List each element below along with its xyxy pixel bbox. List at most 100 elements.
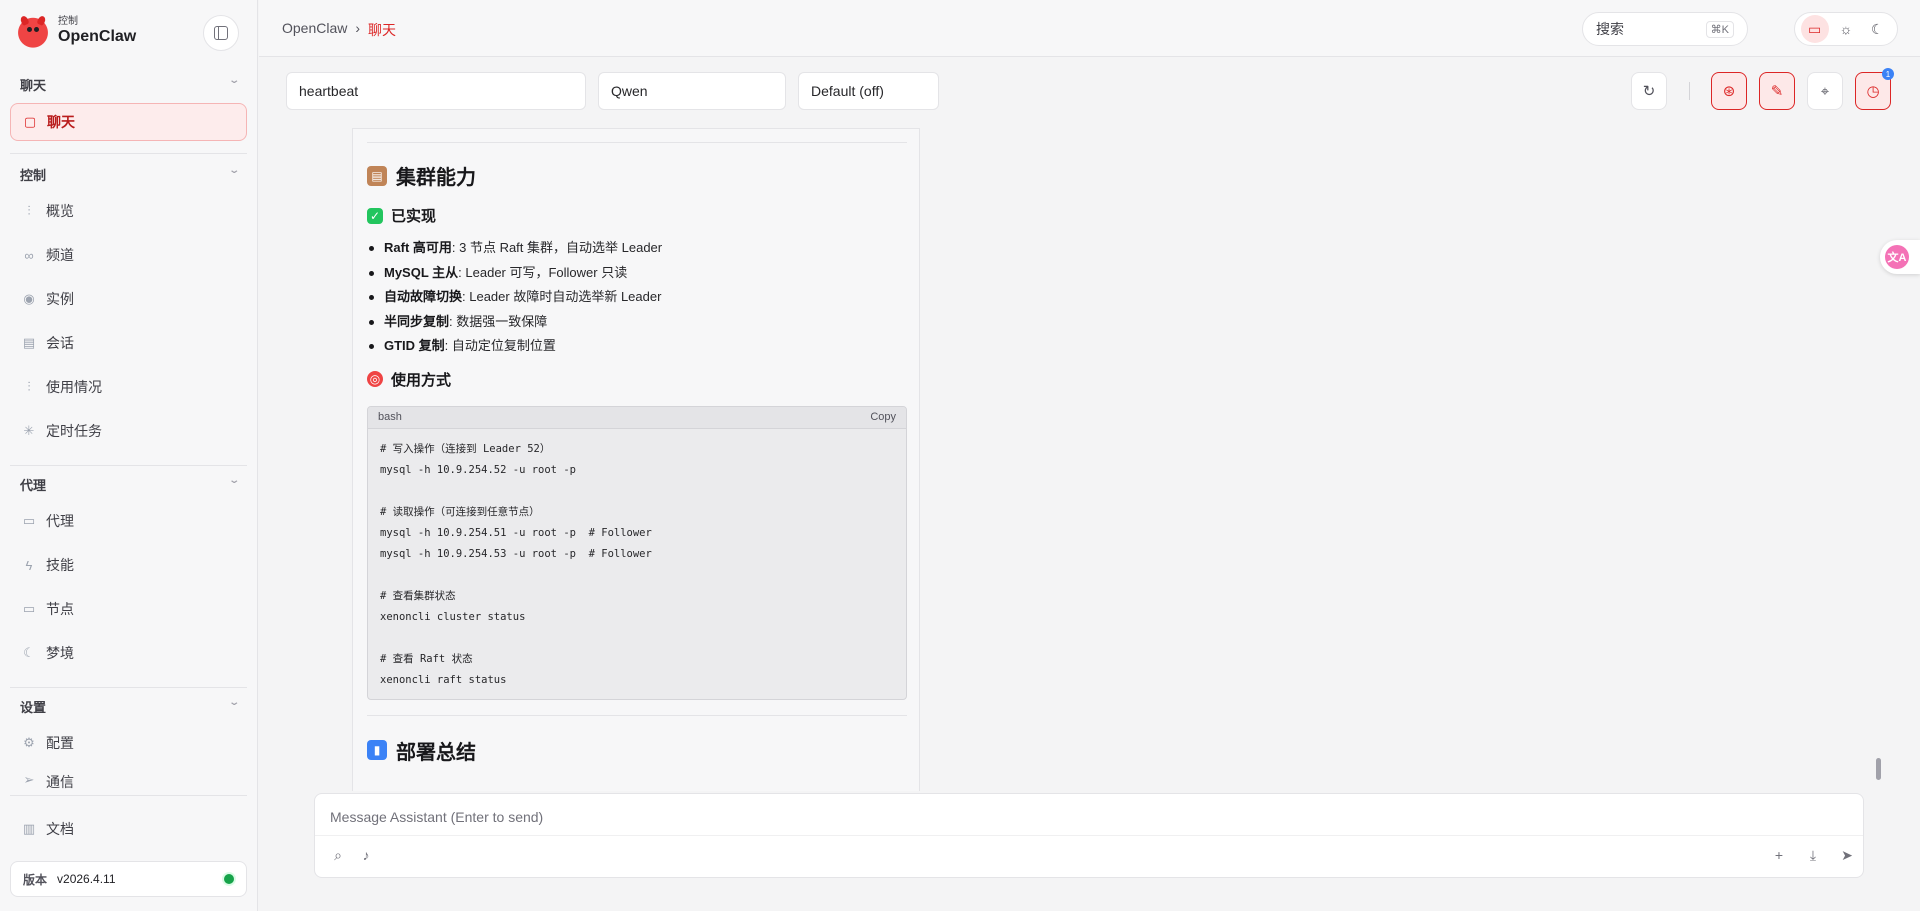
code-line: xenoncli cluster status xyxy=(380,610,526,623)
sidebar-item-usage[interactable]: ⫶ 使用情况 xyxy=(10,368,247,406)
sidebar-item-dreams[interactable]: ☾ 梦境 xyxy=(10,634,247,672)
breadcrumb: OpenClaw › 聊天 xyxy=(282,20,396,40)
sidebar-item-channels[interactable]: ∞ 频道 xyxy=(10,236,247,274)
chevron-down-icon: ⌄ xyxy=(227,165,240,176)
theme-switcher: ▭ ☼ ☾ xyxy=(1794,12,1898,46)
sidebar-item-instances[interactable]: ◉ 实例 xyxy=(10,280,247,318)
divider xyxy=(10,687,247,688)
subheading-implemented: ✓ 已实现 xyxy=(367,205,907,226)
brain-icon: ⊛ xyxy=(1722,83,1736,100)
clipboard-icon: ▤ xyxy=(367,165,387,186)
moon-icon: ☾ xyxy=(23,645,35,660)
sidebar-item-sessions[interactable]: ▤ 会话 xyxy=(10,324,247,362)
send-icon[interactable]: ➤ xyxy=(1837,847,1857,864)
breadcrumb-root[interactable]: OpenClaw xyxy=(282,20,347,40)
list-item: Raft 高可用: 3 节点 Raft 集群，自动选举 Leader xyxy=(367,236,907,261)
check-box-icon: ✓ xyxy=(367,207,383,224)
sidebar-item-label: 会话 xyxy=(46,335,74,351)
code-line: mysql -h 10.9.254.53 -u root -p # Follow… xyxy=(380,547,652,560)
thinking-select[interactable]: Default (off) xyxy=(798,72,939,110)
radio-icon: ◉ xyxy=(23,291,35,306)
openclaw-logo-icon xyxy=(16,14,50,48)
book-icon: ▥ xyxy=(22,821,36,836)
sidebar-item-label: 代理 xyxy=(46,513,74,529)
sidebar-item-agents[interactable]: ▭ 代理 xyxy=(10,502,247,540)
list-item: 自动故障切换: Leader 故障时自动选举新 Leader xyxy=(367,285,907,310)
brand[interactable]: 控制 OpenClaw xyxy=(16,14,136,48)
sidebar-item-communication[interactable]: ➢ 通信 xyxy=(10,768,247,792)
brand-subtitle: 控制 xyxy=(58,16,78,27)
code-block: bash Copy # 写入操作（连接到 Leader 52） mysql -h… xyxy=(367,405,907,700)
download-icon[interactable]: ⤓ xyxy=(1803,847,1823,864)
sun-icon[interactable]: ☼ xyxy=(1832,15,1860,43)
group-control-header[interactable]: 控制 ⌄ xyxy=(20,165,240,184)
cron-button[interactable]: ◷ 1 xyxy=(1855,68,1894,110)
code-content: # 写入操作（连接到 Leader 52） mysql -h 10.9.254.… xyxy=(368,429,906,699)
group-settings-title: 设置 xyxy=(20,700,47,715)
group-chat-title: 聊天 xyxy=(20,78,47,93)
group-agent-header[interactable]: 代理 ⌄ xyxy=(20,475,240,494)
group-settings-header[interactable]: 设置 ⌄ xyxy=(20,697,240,716)
zap-icon: ϟ xyxy=(25,557,33,573)
list-item-key: 自动故障切换 xyxy=(384,289,463,304)
loader-icon: ✳ xyxy=(23,423,35,438)
subheading-usage: ◎ 使用方式 xyxy=(367,369,907,390)
monitor-theme-icon[interactable]: ▭ xyxy=(1800,15,1829,43)
scrollbar-thumb[interactable] xyxy=(1876,758,1881,780)
list-item-text: : Leader 可写，Follower 只读 xyxy=(458,264,628,280)
model-select[interactable]: Qwen xyxy=(598,72,786,110)
version-value: v2026.4.11 xyxy=(57,872,116,886)
code-line: # 查看集群状态 xyxy=(380,589,456,602)
copy-code-button[interactable]: Copy xyxy=(870,411,896,423)
chevron-down-icon: ⌄ xyxy=(227,75,240,86)
microphone-icon[interactable]: ♪ xyxy=(356,847,376,863)
tools-toggle-button[interactable]: ✎ xyxy=(1759,72,1795,110)
list-item-key: 半同步复制 xyxy=(384,313,450,329)
gear-icon: ⚙ xyxy=(23,735,35,750)
sidebar-item-chat[interactable]: ▢ 聊天 xyxy=(10,103,247,141)
sidebar-item-label: 使用情况 xyxy=(46,379,102,395)
list-item: 半同步复制: 数据强一致保障 xyxy=(367,310,907,335)
refresh-button[interactable]: ↻ xyxy=(1631,72,1667,110)
folder-icon: ▭ xyxy=(22,513,36,528)
list-item: GTID 复制: 自动定位复制位置 xyxy=(367,334,907,359)
sidebar-item-docs[interactable]: ▥ 文档 xyxy=(10,810,247,848)
focus-button[interactable]: ⌖ xyxy=(1807,72,1843,110)
brand-name: OpenClaw xyxy=(58,28,137,45)
sidebar-item-config[interactable]: ⚙ 配置 xyxy=(10,724,247,762)
divider xyxy=(367,714,907,716)
search-shortcut: ⌘K xyxy=(1705,20,1734,38)
session-select[interactable]: heartbeat xyxy=(286,72,586,110)
sidebar-item-label: 频道 xyxy=(46,247,74,263)
link-icon: ∞ xyxy=(24,247,34,263)
group-agent-title: 代理 xyxy=(20,478,47,493)
divider xyxy=(10,795,247,796)
new-chat-icon[interactable]: + xyxy=(1769,847,1789,863)
attach-icon[interactable]: ⌕ xyxy=(328,847,348,864)
target-icon: ◎ xyxy=(367,371,383,387)
thinking-toggle-button[interactable]: ⊛ xyxy=(1711,72,1747,110)
code-language: bash xyxy=(378,411,402,423)
sidebar-item-nodes[interactable]: ▭ 节点 xyxy=(10,590,247,628)
group-chat-header[interactable]: 聊天 ⌄ xyxy=(20,75,240,94)
bar-chart-icon: ⫶ xyxy=(27,203,31,218)
search-label: 搜索 xyxy=(1596,21,1624,37)
sidebar: 控制 OpenClaw 聊天 ⌄ ▢ 聊天 控制 ⌄ ⫶ 概览 ∞ 频道 ◉ 实例 ▤ 会话 … xyxy=(0,0,258,911)
message-input[interactable]: Message Assistant (Enter to send) xyxy=(330,809,543,825)
search-button[interactable]: 搜索 ⌘K xyxy=(1582,12,1748,46)
focus-icon: ⌖ xyxy=(1820,82,1830,100)
list-item-key: Raft 高可用 xyxy=(384,240,452,255)
sidebar-item-overview[interactable]: ⫶ 概览 xyxy=(10,192,247,230)
version-label: 版本 xyxy=(23,872,48,887)
version-badge: 版本 v2026.4.11 xyxy=(10,861,247,897)
sidebar-item-cron[interactable]: ✳ 定时任务 xyxy=(10,412,247,450)
code-line: xenoncli raft status xyxy=(380,673,507,686)
divider xyxy=(10,153,247,154)
collapse-sidebar-button[interactable] xyxy=(203,15,239,51)
moon-icon[interactable]: ☾ xyxy=(1863,15,1891,43)
refresh-icon: ↻ xyxy=(1642,83,1656,100)
breadcrumb-separator: › xyxy=(355,20,361,36)
sidebar-item-skills[interactable]: ϟ 技能 xyxy=(10,546,247,584)
translate-extension-button[interactable]: 文A xyxy=(1880,240,1920,274)
